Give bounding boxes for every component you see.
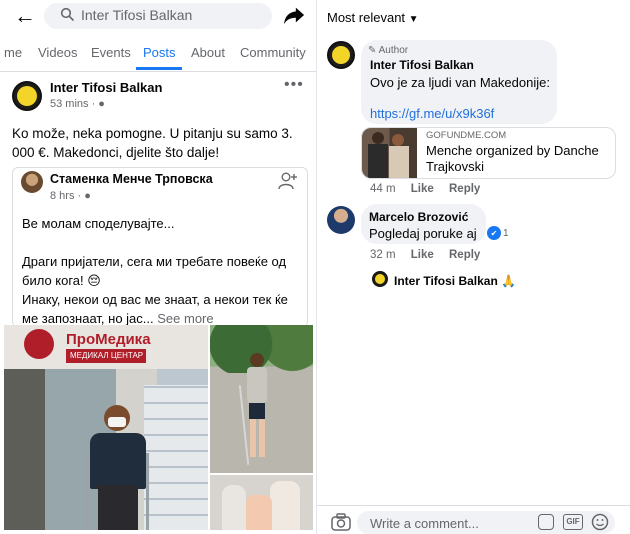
page-logo-icon	[17, 86, 37, 106]
person-leg-left	[250, 419, 256, 457]
comment-time: 32 m	[370, 249, 396, 261]
page-logo-icon	[332, 46, 350, 64]
comment-text: Ovo je za ljudi van Makedonije:	[370, 75, 550, 90]
like-button[interactable]: Like	[411, 183, 434, 195]
crutch-right	[146, 453, 149, 530]
clinic-logo-icon	[24, 329, 54, 359]
tab-home[interactable]: me	[4, 45, 22, 60]
shared-author[interactable]: Стаменка Менче Трповска	[50, 172, 213, 186]
reaction-count: 1	[503, 227, 509, 239]
post-text: Ko može, neka pomogne. U pitanju su samo…	[12, 126, 293, 160]
link-title: Menche organized by Danche Trajkovski	[426, 143, 599, 174]
tab-posts[interactable]: Posts	[143, 45, 176, 60]
camera-icon[interactable]	[331, 513, 351, 531]
comment-time: 44 m	[370, 183, 396, 195]
shared-para-1: Ве молам споделувајте...	[22, 216, 175, 231]
reply-button[interactable]: Reply	[449, 249, 480, 261]
like-button[interactable]: Like	[411, 249, 434, 261]
reply-author: Inter Tifosi Balkan	[394, 274, 498, 288]
add-friend-icon[interactable]	[278, 172, 298, 190]
person-head	[372, 132, 384, 144]
more-options-icon[interactable]: •••	[284, 76, 304, 94]
author-badge: ✎ Author	[368, 45, 408, 56]
leg	[246, 495, 272, 530]
page-avatar[interactable]	[12, 81, 42, 111]
face-mask	[108, 417, 126, 427]
reaction-badge[interactable]: ✔ 1	[487, 226, 509, 240]
post-panel: ← Inter Tifosi Balkan me Videos Events P…	[0, 0, 316, 534]
comment-link[interactable]: https://gf.me/u/x9k36f	[370, 106, 494, 121]
post-author[interactable]: Inter Tifosi Balkan	[50, 80, 162, 95]
boxes-stack	[144, 385, 208, 530]
reply-preview[interactable]: Inter Tifosi Balkan 🙏	[394, 274, 516, 288]
clinic-name: ПроМедика	[66, 331, 151, 348]
comment-placeholder: Write a comment...	[370, 516, 479, 531]
like-reaction-icon: ✔	[487, 226, 501, 240]
commenter-avatar[interactable]	[327, 41, 355, 69]
shared-author-avatar[interactable]	[21, 171, 43, 193]
link-domain: GOFUNDME.COM	[426, 130, 507, 141]
chevron-down-icon: ▼	[408, 14, 419, 25]
reply-emoji: 🙏	[501, 274, 517, 288]
person-pants	[98, 485, 138, 530]
sort-label: Most relevant	[327, 10, 406, 25]
tab-videos[interactable]: Videos	[38, 45, 78, 60]
photo-closeup[interactable]	[210, 475, 313, 530]
gif-icon[interactable]: GIF	[563, 514, 583, 530]
page-logo-icon	[375, 274, 385, 284]
arm-right	[270, 481, 300, 530]
tab-community[interactable]: Community	[240, 45, 306, 60]
emoji-icon[interactable]	[591, 513, 609, 531]
person-head	[250, 353, 264, 367]
reply-button[interactable]: Reply	[449, 183, 480, 195]
author-badge-label: Author	[378, 45, 409, 56]
comment-author[interactable]: Marcelo Brozović	[369, 210, 468, 224]
pencil-icon: ✎	[368, 45, 377, 56]
commenter-avatar[interactable]	[327, 206, 355, 234]
active-tab-indicator	[136, 67, 182, 70]
photo-street[interactable]	[210, 325, 313, 473]
person-jacket	[90, 433, 146, 489]
photo-storefront[interactable]: ПроМедика МЕДИКАЛ ЦЕНТАР	[4, 325, 208, 530]
see-more-link[interactable]: See more	[157, 311, 213, 326]
sort-dropdown[interactable]: Most relevant ▼	[327, 10, 419, 25]
comment-text: Pogledaj poruke aj	[369, 226, 477, 241]
trees	[210, 325, 313, 373]
share-arrow-icon[interactable]	[283, 4, 305, 26]
person-leg-right	[259, 419, 265, 457]
link-preview-image	[362, 128, 417, 178]
search-icon	[60, 7, 74, 21]
arm-left	[222, 485, 246, 530]
search-text: Inter Tifosi Balkan	[81, 7, 193, 23]
person-top	[247, 367, 267, 403]
crutch-left	[86, 453, 89, 530]
person-body	[389, 146, 409, 178]
post-time[interactable]: 53 mins · ●	[50, 98, 105, 110]
tab-about[interactable]: About	[191, 45, 225, 60]
person-body	[368, 144, 388, 178]
shared-para-2: Драги пријатели, сега ми требате повеќе …	[22, 254, 287, 288]
comment-author[interactable]: Inter Tifosi Balkan	[370, 58, 474, 72]
comment-actions: 32 m Like Reply	[370, 249, 480, 261]
person-head	[392, 134, 404, 146]
tab-events[interactable]: Events	[91, 45, 131, 60]
reply-avatar[interactable]	[372, 271, 388, 287]
comment-actions: 44 m Like Reply	[370, 183, 480, 195]
clinic-subtitle: МЕДИКАЛ ЦЕНТАР	[66, 349, 146, 363]
shared-para-3: Инаку, некои од вас ме знаат, а некои те…	[22, 292, 288, 326]
back-arrow-icon[interactable]: ←	[14, 4, 36, 28]
shared-post-text: Ве молам споделувајте... Драги пријатели…	[22, 214, 304, 328]
sticker-icon[interactable]	[538, 514, 554, 530]
shared-time[interactable]: 8 hrs · ●	[50, 190, 91, 202]
person-shorts	[249, 403, 265, 419]
